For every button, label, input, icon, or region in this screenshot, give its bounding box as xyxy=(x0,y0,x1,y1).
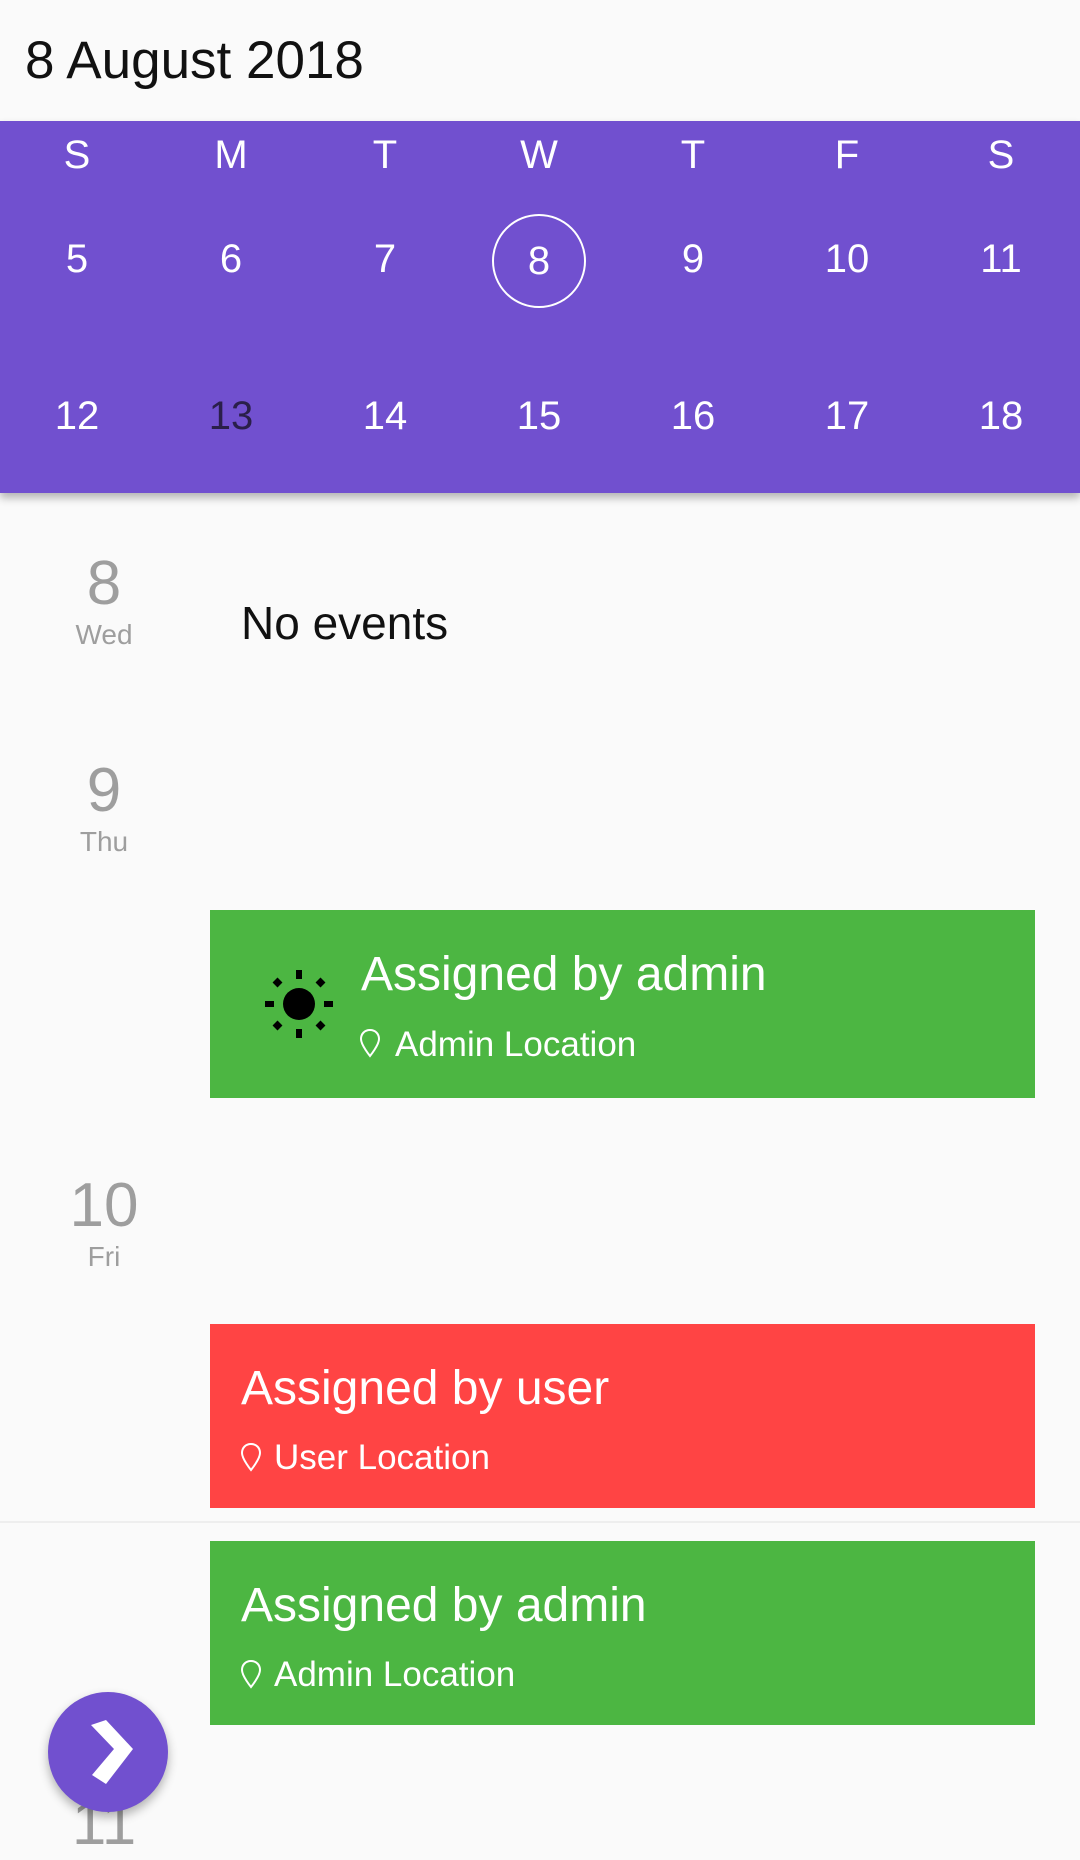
weekday-saturday: S xyxy=(987,133,1015,177)
calendar-day[interactable]: 7 xyxy=(308,224,462,294)
location-pin-icon xyxy=(240,1659,262,1689)
event-title: Assigned by user xyxy=(241,1362,610,1415)
weekday-sunday: S xyxy=(63,133,91,177)
event-card[interactable]: Assigned by admin Admin Location xyxy=(210,910,1035,1098)
calendar-day[interactable]: 15 xyxy=(462,381,616,451)
event-location: User Location xyxy=(274,1438,490,1477)
selected-day-circle: 8 xyxy=(492,214,586,308)
agenda-day-8: 8 Wed xyxy=(44,548,164,651)
calendar-day[interactable]: 6 xyxy=(154,224,308,294)
calendar-day[interactable]: 9 xyxy=(616,224,770,294)
calendar-day-today[interactable]: 13 xyxy=(154,381,308,451)
weekday-monday: M xyxy=(214,133,248,177)
calendar-day[interactable]: 16 xyxy=(616,381,770,451)
no-events-label: No events xyxy=(241,597,449,649)
event-title: Assigned by admin xyxy=(241,1579,647,1632)
calendar-day[interactable]: 14 xyxy=(308,381,462,451)
next-fab-button[interactable] xyxy=(48,1692,168,1812)
day-divider xyxy=(0,1521,1080,1523)
calendar-day[interactable]: 10 xyxy=(770,224,924,294)
sun-icon xyxy=(265,970,333,1038)
calendar-day[interactable]: 11 xyxy=(924,224,1078,294)
agenda-day-name: Fri xyxy=(87,1241,121,1272)
calendar-day[interactable]: 5 xyxy=(0,224,154,294)
agenda-day-name: Wed xyxy=(75,619,133,650)
event-title: Assigned by admin xyxy=(361,948,767,1001)
agenda-day-name: Thu xyxy=(79,826,129,857)
event-location: Admin Location xyxy=(395,1025,637,1064)
week-calendar: S M T W T F S 5 6 7 8 9 10 11 12 13 14 1… xyxy=(0,121,1080,493)
event-card[interactable]: Assigned by admin Admin Location xyxy=(210,1541,1035,1725)
location-pin-icon xyxy=(240,1442,262,1472)
calendar-day[interactable]: 12 xyxy=(0,381,154,451)
page-title: 8 August 2018 xyxy=(25,31,364,90)
agenda-day-number: 9 xyxy=(86,756,122,825)
event-location: Admin Location xyxy=(274,1655,516,1694)
weekday-wednesday: W xyxy=(520,133,558,177)
weekday-thursday: T xyxy=(680,133,706,177)
calendar-day[interactable]: 18 xyxy=(924,381,1078,451)
agenda-day-9: 9 Thu xyxy=(44,755,164,858)
agenda-day-number: 8 xyxy=(86,549,122,618)
app-header: 8 August 2018 xyxy=(0,0,1080,121)
calendar-day[interactable]: 17 xyxy=(770,381,924,451)
weekday-friday: F xyxy=(834,133,860,177)
calendar-day-selected[interactable]: 8 xyxy=(462,214,616,308)
event-card[interactable]: Assigned by user User Location xyxy=(210,1324,1035,1508)
weekday-tuesday: T xyxy=(372,133,398,177)
location-pin-icon xyxy=(359,1028,381,1058)
agenda-day-number: 10 xyxy=(69,1171,139,1240)
agenda-day-10: 10 Fri xyxy=(44,1170,164,1273)
chevron-right-icon xyxy=(91,1720,133,1784)
